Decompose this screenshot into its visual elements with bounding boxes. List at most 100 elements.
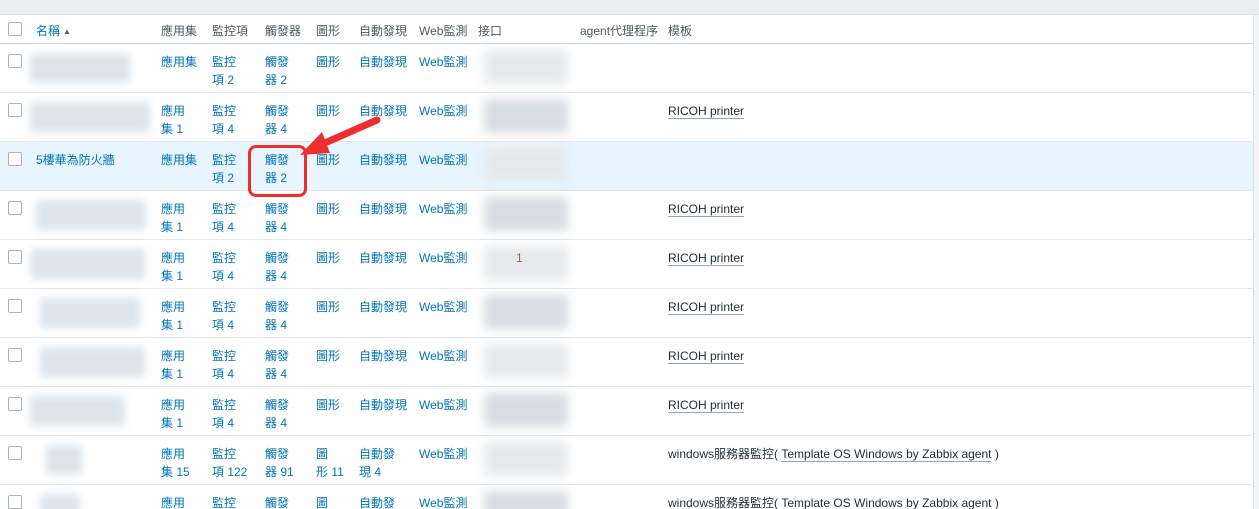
items-link[interactable]: 監控 項 122 [212, 445, 247, 481]
discovery-link[interactable]: 自動發現 [359, 151, 407, 169]
agent-proxy-cell [580, 190, 668, 239]
template-link[interactable]: RICOH printer [668, 250, 745, 266]
triggers-link[interactable]: 觸發 器 4 [265, 298, 289, 334]
triggers-link[interactable]: 觸發 器 4 [265, 347, 289, 383]
template-name: windows服務器監控 [668, 446, 775, 461]
row-checkbox[interactable] [8, 298, 22, 313]
applications-link[interactable]: 應用 集 1 [161, 396, 185, 432]
items-link[interactable]: 監控 項 4 [212, 102, 236, 138]
graphs-link[interactable]: 圖形 [316, 249, 340, 267]
graphs-cell: 圖形 [316, 239, 359, 288]
row-checkbox[interactable] [8, 249, 22, 264]
web-link[interactable]: Web監測 [419, 298, 467, 316]
applications-link[interactable]: 應用 集 1 [161, 249, 185, 285]
discovery-link[interactable]: 自動發現 [359, 298, 407, 316]
interface-cell [478, 92, 580, 141]
row-checkbox[interactable] [8, 151, 22, 166]
graphs-link[interactable]: 圖形 [316, 396, 340, 414]
applications-link[interactable]: 應用 集 1 [161, 347, 185, 383]
name-cell [30, 288, 161, 337]
web-link[interactable]: Web監測 [419, 249, 467, 267]
triggers-link[interactable]: 觸發 器 4 [265, 396, 289, 432]
triggers-cell: 觸發 器 4 [265, 92, 316, 141]
triggers-link[interactable]: 觸發 器 4 [265, 200, 289, 236]
discovery-link[interactable]: 自動發現 [359, 102, 407, 120]
items-link[interactable]: 監控 項 [212, 494, 236, 509]
host-name-link[interactable]: 5樓華為防火牆 [36, 151, 115, 169]
triggers-link[interactable]: 觸發 器 4 [265, 249, 289, 285]
applications-link[interactable]: 應用集 [161, 151, 197, 169]
template-link[interactable]: RICOH printer [668, 348, 745, 364]
applications-link[interactable]: 應用 集 15 [161, 445, 190, 481]
web-link[interactable]: Web監測 [419, 53, 467, 71]
discovery-link[interactable]: 自動發現 [359, 249, 407, 267]
web-link[interactable]: Web監測 [419, 151, 467, 169]
triggers-link[interactable]: 觸發 器 91 [265, 445, 294, 481]
discovery-cell: 自動發現 [359, 288, 419, 337]
items-link[interactable]: 監控 項 4 [212, 200, 236, 236]
items-link[interactable]: 監控 項 4 [212, 347, 236, 383]
items-cell: 監控 項 2 [212, 141, 265, 190]
web-link[interactable]: Web監測 [419, 445, 467, 463]
graphs-link[interactable]: 圖形 [316, 102, 340, 120]
triggers-link[interactable]: 觸發 器 4 [265, 102, 289, 138]
template-name: windows服務器監控 [668, 495, 775, 509]
col-agent-proxy[interactable]: agent代理程序 [580, 15, 668, 43]
applications-link[interactable]: 應用集 [161, 53, 197, 71]
graphs-cell: 圖形 [316, 386, 359, 435]
template-link[interactable]: RICOH printer [668, 201, 745, 217]
discovery-link[interactable]: 自動發 現 4 [359, 445, 395, 481]
parent-template-name[interactable]: Template OS Windows by Zabbix agent [781, 446, 992, 462]
row-checkbox[interactable] [8, 200, 22, 215]
graphs-link[interactable]: 圖 形 [316, 494, 328, 509]
row-checkbox[interactable] [8, 396, 22, 411]
parent-template-name[interactable]: Template OS Windows by Zabbix agent [781, 495, 992, 509]
graphs-link[interactable]: 圖形 [316, 151, 340, 169]
template-link[interactable]: RICOH printer [668, 103, 745, 119]
discovery-link[interactable]: 自動發現 [359, 347, 407, 365]
graphs-link[interactable]: 圖形 [316, 347, 340, 365]
discovery-link[interactable]: 自動發現 [359, 396, 407, 414]
row-checkbox[interactable] [8, 53, 22, 68]
triggers-link[interactable]: 觸發 器 [265, 494, 289, 509]
applications-link[interactable]: 應用 集 [161, 494, 185, 509]
graphs-link[interactable]: 圖形 [316, 200, 340, 218]
web-cell: Web監測 [419, 92, 478, 141]
col-triggers: 觸發器 [265, 24, 302, 38]
row-checkbox[interactable] [8, 494, 22, 509]
web-link[interactable]: Web監測 [419, 200, 467, 218]
interface-cell [478, 337, 580, 386]
col-interface: 接口 [478, 24, 503, 38]
triggers-link[interactable]: 觸發 器 2 [265, 53, 289, 89]
items-link[interactable]: 監控 項 2 [212, 53, 236, 89]
web-link[interactable]: Web監測 [419, 494, 467, 509]
web-link[interactable]: Web監測 [419, 396, 467, 414]
triggers-link[interactable]: 觸發 器 2 [265, 151, 289, 187]
web-link[interactable]: Web監測 [419, 347, 467, 365]
template-link[interactable]: RICOH printer [668, 397, 745, 413]
items-link[interactable]: 監控 項 4 [212, 249, 236, 285]
items-link[interactable]: 監控 項 4 [212, 396, 236, 432]
template-link[interactable]: RICOH printer [668, 299, 745, 315]
items-link[interactable]: 監控 項 2 [212, 151, 236, 187]
select-all-checkbox[interactable] [8, 22, 22, 36]
discovery-link[interactable]: 自動發 現 [359, 494, 395, 509]
applications-link[interactable]: 應用 集 1 [161, 200, 185, 236]
graphs-link[interactable]: 圖形 [316, 53, 340, 71]
row-checkbox[interactable] [8, 102, 22, 117]
name-cell [30, 435, 161, 484]
discovery-link[interactable]: 自動發現 [359, 200, 407, 218]
col-name[interactable]: 名稱 ▲ [30, 15, 161, 43]
graphs-link[interactable]: 圖 形 11 [316, 445, 344, 481]
col-items: 監控項 [212, 24, 249, 38]
template-link[interactable]: windows服務器監控( Template OS Windows by Zab… [668, 495, 999, 509]
discovery-link[interactable]: 自動發現 [359, 53, 407, 71]
items-link[interactable]: 監控 項 4 [212, 298, 236, 334]
row-checkbox[interactable] [8, 347, 22, 362]
row-checkbox[interactable] [8, 445, 22, 460]
template-link[interactable]: windows服務器監控( Template OS Windows by Zab… [668, 446, 999, 462]
graphs-link[interactable]: 圖形 [316, 298, 340, 316]
applications-link[interactable]: 應用 集 1 [161, 298, 185, 334]
applications-link[interactable]: 應用 集 1 [161, 102, 185, 138]
web-link[interactable]: Web監測 [419, 102, 467, 120]
